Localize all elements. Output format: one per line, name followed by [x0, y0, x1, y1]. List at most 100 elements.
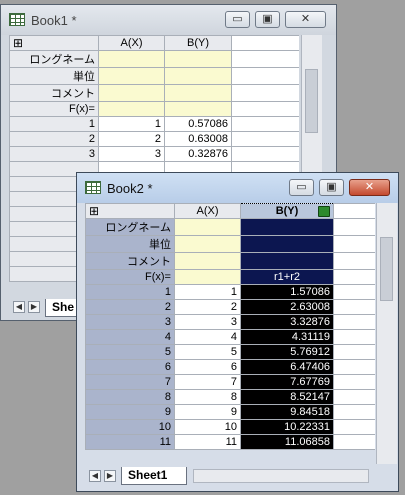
table-row[interactable]: 3 3 3.32876: [85, 314, 375, 330]
book2-scroll-thumb[interactable]: [380, 237, 393, 301]
table-row[interactable]: 6 6 6.47406: [85, 359, 375, 375]
book2-row-header[interactable]: 4: [85, 329, 175, 345]
table-row[interactable]: 11 11 11.06858: [85, 434, 375, 450]
table-row[interactable]: 10 10 10.22331: [85, 419, 375, 435]
book1-cell-b[interactable]: 0.32876: [164, 146, 232, 162]
book2-row-header[interactable]: 2: [85, 299, 175, 315]
table-row[interactable]: 5 5 5.76912: [85, 344, 375, 360]
book1-cell-b[interactable]: 0.57086: [164, 116, 232, 132]
book2-corner-selector[interactable]: ⊞: [85, 203, 175, 219]
book2-cell-a[interactable]: 1: [174, 284, 241, 300]
book2-row-header[interactable]: 8: [85, 389, 175, 405]
book2-col-header-b[interactable]: B(Y): [240, 203, 334, 219]
book1-row-header[interactable]: 2: [9, 131, 99, 147]
book1-formula-a[interactable]: [98, 101, 165, 117]
book1-comments-b[interactable]: [164, 84, 232, 102]
book1-cell-a[interactable]: 2: [98, 131, 165, 147]
book2-cell-b[interactable]: 10.22331: [240, 419, 334, 435]
book1-corner-selector[interactable]: ⊞: [9, 35, 99, 51]
book1-units-b[interactable]: [164, 67, 232, 85]
book1-formula-b[interactable]: [164, 101, 232, 117]
book2-cell-a[interactable]: 10: [174, 419, 241, 435]
column-lock-icon[interactable]: [318, 206, 330, 217]
book2-window[interactable]: Book2 * ▭ ▣ ✕ ⊞ A(X) B(Y) ロングネーム 単位 コメント…: [76, 172, 399, 492]
book2-cell-b[interactable]: 11.06858: [240, 434, 334, 450]
book1-close-button[interactable]: ✕: [285, 11, 326, 28]
table-row[interactable]: 1 1 1.57086: [85, 284, 375, 300]
book2-cell-a[interactable]: 6: [174, 359, 241, 375]
book1-col-header-b[interactable]: B(Y): [164, 35, 232, 51]
book2-units-b[interactable]: [240, 235, 334, 253]
book1-row-header[interactable]: 3: [9, 146, 99, 162]
book2-longname-b[interactable]: [240, 218, 334, 236]
book2-cell-b[interactable]: 6.47406: [240, 359, 334, 375]
book2-cell-b[interactable]: 7.67769: [240, 374, 334, 390]
book1-scroll-thumb[interactable]: [305, 69, 318, 133]
table-row[interactable]: 3 3 0.32876: [9, 146, 299, 162]
book2-row-header[interactable]: 7: [85, 374, 175, 390]
book2-formula-a[interactable]: [174, 269, 241, 285]
book2-longname-a[interactable]: [174, 218, 241, 236]
book2-row-header[interactable]: 9: [85, 404, 175, 420]
book2-horizontal-scrollbar[interactable]: [193, 469, 369, 483]
book2-cell-b[interactable]: 5.76912: [240, 344, 334, 360]
book2-row-header[interactable]: 6: [85, 359, 175, 375]
book2-cell-b[interactable]: 9.84518: [240, 404, 334, 420]
book2-cell-a[interactable]: 11: [174, 434, 241, 450]
table-row[interactable]: 8 8 8.52147: [85, 389, 375, 405]
book1-longname-a[interactable]: [98, 50, 165, 68]
book2-minimize-button[interactable]: ▭: [289, 179, 314, 196]
book2-row-header[interactable]: 5: [85, 344, 175, 360]
book2-cell-a[interactable]: 2: [174, 299, 241, 315]
book2-close-button[interactable]: ✕: [349, 179, 390, 196]
book1-comments-a[interactable]: [98, 84, 165, 102]
book2-col-header-a[interactable]: A(X): [174, 203, 241, 219]
table-row[interactable]: 2 2 2.63008: [85, 299, 375, 315]
book2-row-header[interactable]: 11: [85, 434, 175, 450]
book1-cell-a[interactable]: 1: [98, 116, 165, 132]
table-row[interactable]: 1 1 0.57086: [9, 116, 299, 132]
book2-comments-a[interactable]: [174, 252, 241, 270]
book1-minimize-button[interactable]: ▭: [225, 11, 250, 28]
book2-tab-right-arrow-icon[interactable]: ▶: [104, 470, 116, 482]
book1-cell-b[interactable]: 0.63008: [164, 131, 232, 147]
table-row[interactable]: 7 7 7.67769: [85, 374, 375, 390]
book1-tab-right-arrow-icon[interactable]: ▶: [28, 301, 40, 313]
book2-comments-b[interactable]: [240, 252, 334, 270]
book2-tab-left-arrow-icon[interactable]: ◀: [89, 470, 101, 482]
book2-cell-a[interactable]: 9: [174, 404, 241, 420]
book2-cell-b[interactable]: 4.31119: [240, 329, 334, 345]
worksheet-icon: [9, 13, 25, 26]
table-row[interactable]: 2 2 0.63008: [9, 131, 299, 147]
book2-row-header[interactable]: 10: [85, 419, 175, 435]
book1-row-header[interactable]: 1: [9, 116, 99, 132]
book2-row-header[interactable]: 1: [85, 284, 175, 300]
book2-sheet-tab[interactable]: Sheet1: [121, 467, 187, 485]
book1-empty-area: [231, 35, 299, 51]
book2-units-a[interactable]: [174, 235, 241, 253]
table-row[interactable]: 9 9 9.84518: [85, 404, 375, 420]
book2-titlebar[interactable]: Book2 * ▭ ▣ ✕: [77, 173, 398, 203]
book1-longname-b[interactable]: [164, 50, 232, 68]
book1-col-header-a[interactable]: A(X): [98, 35, 165, 51]
book1-units-a[interactable]: [98, 67, 165, 85]
book2-cell-b[interactable]: 1.57086: [240, 284, 334, 300]
book1-maximize-button[interactable]: ▣: [255, 11, 280, 28]
book2-cell-a[interactable]: 3: [174, 314, 241, 330]
book2-cell-a[interactable]: 5: [174, 344, 241, 360]
book2-maximize-button[interactable]: ▣: [319, 179, 344, 196]
book2-row-header[interactable]: 3: [85, 314, 175, 330]
book2-cell-a[interactable]: 4: [174, 329, 241, 345]
table-row[interactable]: 4 4 4.31119: [85, 329, 375, 345]
book1-sheet-tab[interactable]: She: [45, 299, 77, 317]
book2-vertical-scrollbar[interactable]: [376, 203, 397, 464]
book2-cell-a[interactable]: 8: [174, 389, 241, 405]
book2-cell-b[interactable]: 8.52147: [240, 389, 334, 405]
book2-formula-b[interactable]: r1+r2: [240, 269, 334, 285]
book2-cell-b[interactable]: 3.32876: [240, 314, 334, 330]
book2-cell-b[interactable]: 2.63008: [240, 299, 334, 315]
book1-tab-left-arrow-icon[interactable]: ◀: [13, 301, 25, 313]
book1-cell-a[interactable]: 3: [98, 146, 165, 162]
book1-titlebar[interactable]: Book1 * ▭ ▣ ✕: [1, 5, 336, 35]
book2-cell-a[interactable]: 7: [174, 374, 241, 390]
